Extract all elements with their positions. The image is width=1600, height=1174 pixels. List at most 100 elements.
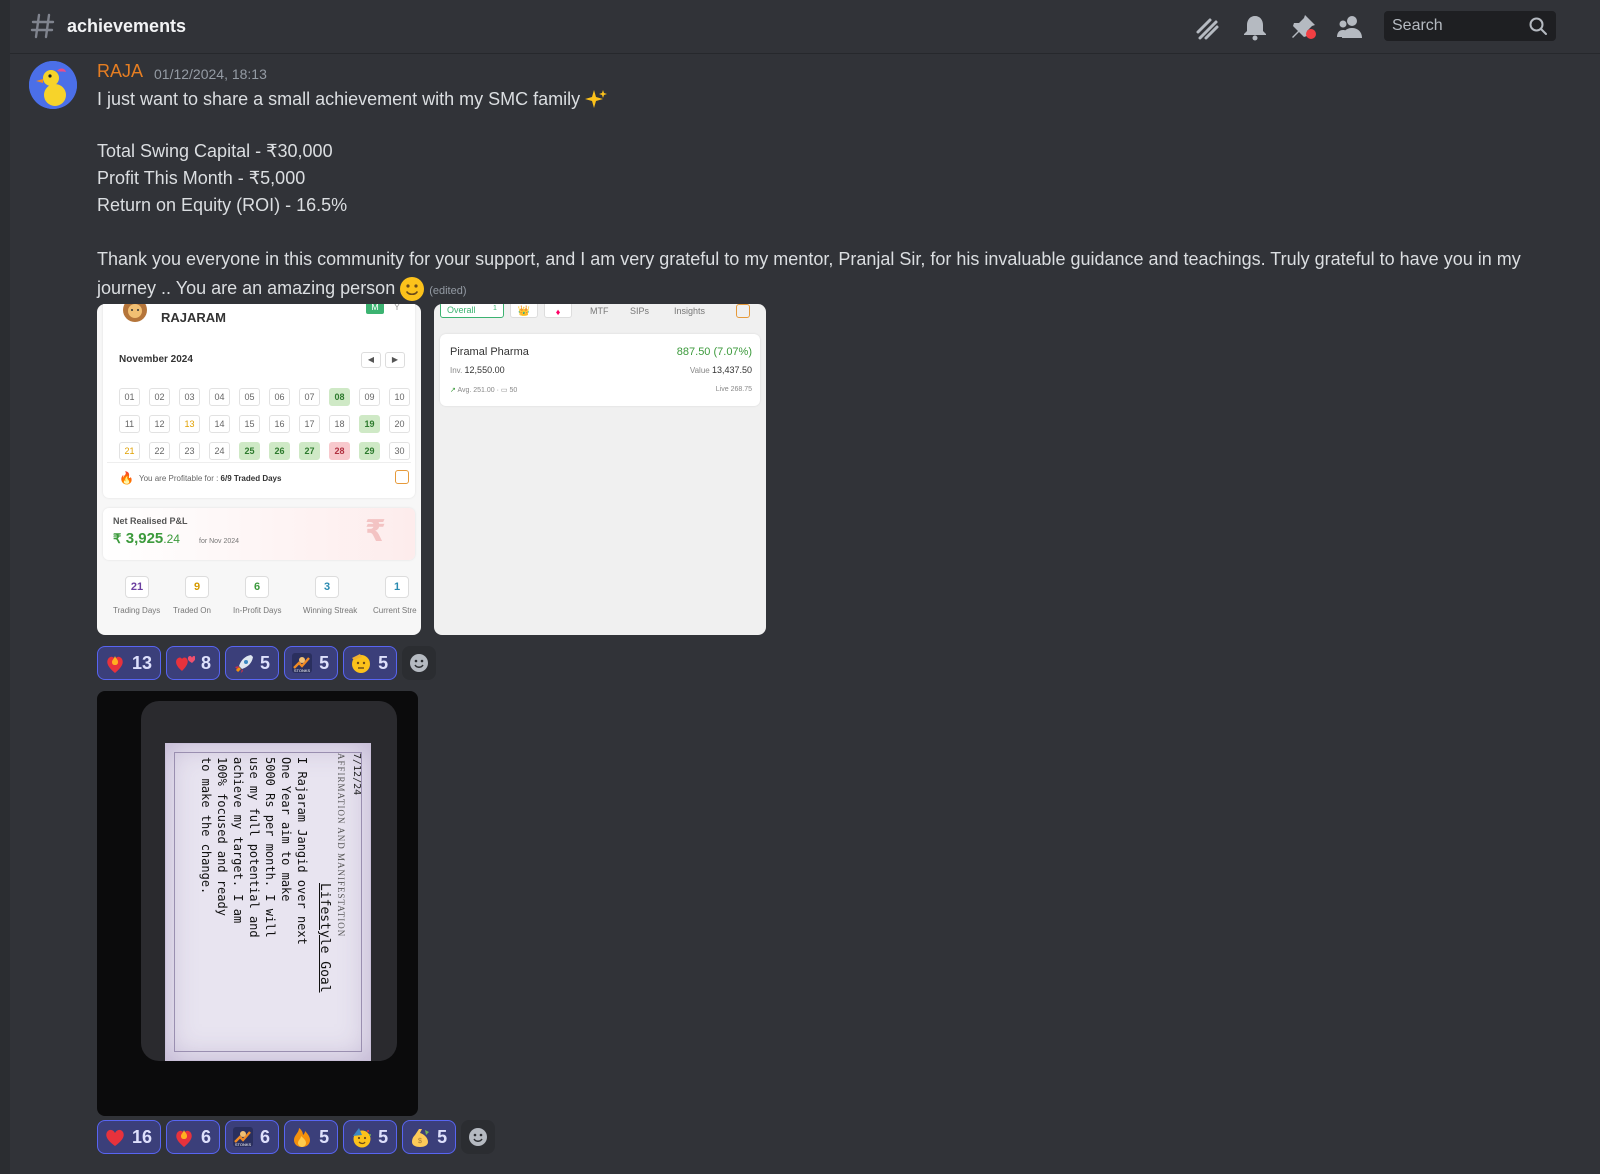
pnl-value: ₹ 3,925.24	[113, 530, 180, 547]
calendar-day: 30	[389, 442, 410, 460]
reaction-count: 6	[260, 1126, 271, 1147]
message-text: journey .. You are an amazing person	[97, 277, 396, 298]
reaction-button[interactable]: 5	[343, 646, 398, 680]
handwritten-text: I Rajaram Jangid over next One Year aim t…	[198, 757, 310, 945]
tab-overall: Overall 1	[440, 304, 504, 318]
calendar-day: 17	[299, 415, 320, 433]
search-placeholder: Search	[1392, 17, 1443, 34]
toggle-year: Y	[393, 304, 400, 312]
message-text: I just want to share a small achievement…	[97, 88, 581, 109]
stat-label: Current Stre	[373, 606, 417, 615]
calendar-day: 22	[149, 442, 170, 460]
reaction-count: 13	[132, 652, 153, 673]
bell-icon[interactable]	[1240, 12, 1270, 42]
stat-value: 9	[185, 576, 209, 598]
calendar-day: 26	[269, 442, 290, 460]
reaction-button[interactable]: 5	[284, 1120, 339, 1154]
goal-title: Lifestyle Goal	[317, 883, 332, 993]
reaction-count: 16	[132, 1126, 153, 1147]
attachment-photo-affirmation[interactable]: 7/12/24 AFFIRMATION AND MANIFESTATION Li…	[97, 691, 418, 1116]
message-author[interactable]: RAJA	[97, 61, 143, 82]
fire-icon: 🔥	[119, 471, 134, 485]
add-reaction-button[interactable]	[402, 646, 437, 680]
heart-fire-icon	[176, 1130, 192, 1147]
slightly-smiling-face-icon	[400, 277, 425, 301]
handwritten-line: I Rajaram Jangid over next	[295, 757, 309, 945]
handwritten-line: 5000 Rs per month. I will	[263, 757, 277, 938]
tab-mtf: MTF	[590, 306, 609, 316]
reaction-count: 5	[378, 652, 389, 673]
channel-header: achievements Search	[10, 0, 1600, 54]
handwritten-line: achieve my target. I am	[231, 757, 245, 924]
reaction-button[interactable]: 13	[97, 646, 162, 680]
value-row: Value 13,437.50	[689, 365, 752, 375]
stock-change: 887.50 (7.07%)	[676, 346, 752, 358]
reaction-button[interactable]: 6	[166, 1120, 221, 1154]
pin-icon[interactable]	[1288, 12, 1318, 42]
calendar-day: 10	[389, 388, 410, 406]
avatar[interactable]	[29, 61, 77, 109]
search-input[interactable]: Search	[1384, 11, 1556, 41]
handwritten-line: One Year aim to make	[279, 757, 293, 902]
stat-value: 21	[125, 576, 149, 598]
pnl-label: Net Realised P&L	[113, 516, 188, 526]
attachment-image-calendar[interactable]: RAJARAM M Y November 2024 ◀ ▶ 01 02 03 04 05…	[97, 304, 421, 635]
attachment-image-holdings[interactable]: Overall 1 👑 ♦ MTF SIPs Insights Piramal …	[434, 304, 766, 635]
edited-label: (edited)	[429, 284, 467, 297]
reaction-button[interactable]: $5	[402, 1120, 457, 1154]
calendar-day: 23	[179, 442, 200, 460]
calendar-day: 18	[329, 415, 350, 433]
reaction-button[interactable]: 5	[343, 1120, 398, 1154]
heart-tab-icon: ♦	[544, 304, 572, 318]
focus-icon	[736, 304, 750, 318]
reaction-button[interactable]: 8	[166, 646, 221, 680]
sparkles-icon	[585, 90, 608, 108]
svg-text:STONKS: STONKS	[235, 1142, 252, 1147]
calendar-day: 25	[239, 442, 260, 460]
hash-icon	[30, 13, 55, 39]
calendar-day: 13	[179, 415, 200, 433]
message-line-1: I just want to share a small achievement…	[97, 88, 608, 112]
calendar-day: 24	[209, 442, 230, 460]
reaction-button[interactable]: STONKS 6	[225, 1120, 280, 1154]
affirmation-date: 7/12/24	[351, 753, 362, 796]
calendar-day: 28	[329, 442, 350, 460]
stock-name: Piramal Pharma	[450, 346, 529, 358]
reaction-count: 5	[437, 1126, 448, 1147]
reactions-row-1: 13 8 5 STONKS 5 5	[97, 646, 437, 680]
pnl-period: for Nov 2024	[199, 538, 240, 545]
affirmation-card: 7/12/24 AFFIRMATION AND MANIFESTATION Li…	[165, 743, 371, 1061]
lion-icon	[123, 304, 147, 322]
calendar-day: 29	[359, 442, 380, 460]
calendar-day: 15	[239, 415, 260, 433]
live-price: Live 268.75	[715, 386, 752, 393]
reaction-button[interactable]: 5	[225, 646, 280, 680]
calendar-card: RAJARAM M Y November 2024 ◀ ▶ 01 02 03 04 05…	[103, 304, 415, 498]
reaction-button[interactable]: 16	[97, 1120, 162, 1154]
threads-icon[interactable]	[1192, 12, 1222, 42]
next-month-icon: ▶	[385, 352, 405, 368]
calendar-day: 05	[239, 388, 260, 406]
reaction-count: 8	[201, 652, 212, 673]
calendar-day: 20	[389, 415, 410, 433]
add-reaction-icon	[469, 1128, 488, 1146]
calendar-day: 16	[269, 415, 290, 433]
red-heart-icon	[106, 1129, 124, 1146]
reaction-count: 5	[378, 1126, 389, 1147]
reaction-count: 6	[201, 1126, 212, 1147]
stat-value: 1	[385, 576, 409, 598]
reaction-button[interactable]: STONKS 5	[284, 646, 339, 680]
search-icon[interactable]	[1528, 16, 1548, 36]
tab-insights: Insights	[674, 306, 706, 316]
stat-value: 3	[315, 576, 339, 598]
stonks-icon: STONKS	[292, 653, 313, 673]
profile-name: RAJARAM	[161, 310, 226, 325]
calendar-month: November 2024	[119, 354, 193, 365]
svg-text:STONKS: STONKS	[294, 668, 311, 673]
reaction-count: 5	[319, 1126, 330, 1147]
handwritten-line: to make the change.	[199, 757, 213, 895]
tab-sips: SIPs	[630, 306, 650, 316]
hearts-icon	[176, 656, 196, 671]
add-reaction-button[interactable]	[461, 1120, 496, 1154]
members-icon[interactable]	[1335, 12, 1365, 42]
